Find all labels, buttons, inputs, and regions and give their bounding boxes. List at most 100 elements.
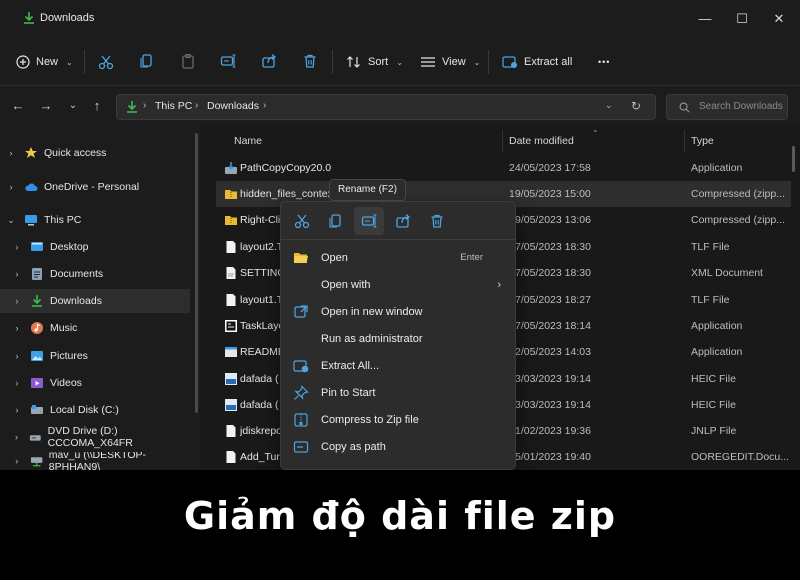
context-copy-button[interactable]	[321, 207, 351, 235]
maximize-icon[interactable]: ☐	[725, 6, 759, 32]
expand-chevron-icon[interactable]: ›	[12, 242, 22, 252]
paste-icon[interactable]	[180, 53, 196, 69]
file-row[interactable]: PathCopyCopy20.0 24/05/2023 17:58 Applic…	[216, 155, 791, 181]
sidebar-item-documents[interactable]: › Documents	[0, 262, 190, 286]
sidebar-item-label: Quick access	[44, 147, 107, 159]
expand-chevron-icon[interactable]: ›	[12, 456, 22, 466]
expand-chevron-icon[interactable]: ›	[12, 323, 22, 333]
share-icon[interactable]	[261, 53, 277, 69]
delete-icon[interactable]	[302, 53, 318, 69]
file-list-scrollbar[interactable]	[792, 146, 795, 172]
extract-all-button[interactable]: Extract all	[502, 51, 572, 73]
breadcrumb-downloads[interactable]: Downloads	[207, 100, 259, 112]
context-item-pin-to-start[interactable]: Pin to Start	[285, 379, 513, 406]
column-divider[interactable]	[502, 130, 503, 152]
caption-banner: Giảm độ dài file zip	[0, 470, 800, 580]
sidebar-item-dvd-drive[interactable]: › DVD Drive (D:) CCCOMA_X64FR	[0, 425, 190, 449]
address-bar[interactable]: › This PC › Downloads › ⌄ ↻	[116, 94, 656, 120]
breadcrumb-this-pc[interactable]: This PC	[155, 100, 192, 112]
context-cut-button[interactable]	[287, 207, 317, 235]
heic-image-icon	[225, 399, 237, 411]
sidebar-item-label: Downloads	[50, 295, 102, 307]
sidebar-item-music[interactable]: › Music	[0, 316, 190, 340]
refresh-icon[interactable]: ↻	[631, 99, 641, 113]
expand-chevron-icon[interactable]: ›	[12, 296, 22, 306]
context-item-open[interactable]: Open Enter	[285, 244, 513, 271]
collapse-chevron-icon[interactable]: ⌄	[6, 215, 16, 226]
address-dropdown-icon[interactable]: ⌄	[605, 100, 613, 111]
rename-icon	[361, 214, 377, 228]
context-rename-button[interactable]	[354, 207, 384, 235]
file-name: SETTINGS	[240, 267, 280, 279]
up-arrow-icon[interactable]: ↑	[87, 96, 107, 116]
context-item-label: Pin to Start	[321, 386, 376, 399]
minimize-icon[interactable]: —	[688, 6, 722, 32]
sidebar-item-label: Documents	[50, 268, 104, 280]
sidebar-item-label: Local Disk (C:)	[50, 404, 119, 416]
new-window-icon	[294, 304, 308, 318]
context-item-extract-all[interactable]: Extract All...	[285, 352, 513, 379]
sidebar-item-network-drive[interactable]: › mav_u (\\DESKTOP-8PHHAN9\	[0, 452, 190, 470]
file-type: HEIC File	[691, 399, 736, 411]
copy-path-icon	[293, 440, 309, 453]
close-icon[interactable]: ✕	[762, 6, 796, 32]
context-delete-button[interactable]	[422, 207, 452, 235]
context-item-copy-as-path[interactable]: Copy as path	[285, 433, 513, 460]
more-options-button[interactable]: •••	[598, 51, 610, 73]
recent-locations-chevron-icon[interactable]: ⌄	[63, 96, 83, 116]
context-item-compress-zip[interactable]: Compress to Zip file	[285, 406, 513, 433]
sidebar-item-quick-access[interactable]: › Quick access	[0, 141, 190, 165]
column-header-name[interactable]: Name	[234, 135, 262, 147]
zip-folder-icon	[225, 216, 237, 225]
expand-chevron-icon[interactable]: ›	[12, 405, 22, 415]
sidebar-item-desktop[interactable]: › Desktop	[0, 235, 190, 259]
expand-chevron-icon[interactable]: ›	[12, 351, 22, 361]
column-header-type[interactable]: Type	[691, 135, 714, 147]
column-header-date[interactable]: Date modified	[509, 135, 574, 147]
sidebar-item-local-disk[interactable]: › Local Disk (C:)	[0, 398, 190, 422]
context-item-open-new-window[interactable]: Open in new window	[285, 298, 513, 325]
expand-chevron-icon[interactable]: ›	[6, 148, 16, 158]
expand-chevron-icon[interactable]: ›	[6, 182, 16, 192]
expand-chevron-icon[interactable]: ›	[12, 269, 22, 279]
file-name: jdiskrepo	[240, 425, 280, 437]
new-button[interactable]: New ⌄	[16, 51, 73, 73]
file-date: 7/05/2023 18:27	[515, 294, 591, 306]
file-date: 9/05/2023 13:06	[515, 214, 591, 226]
context-item-run-as-admin[interactable]: Run as administrator	[285, 325, 513, 352]
copy-icon[interactable]	[139, 53, 155, 69]
search-placeholder: Search Downloads	[699, 101, 783, 112]
context-share-button[interactable]	[388, 207, 418, 235]
sidebar-item-downloads[interactable]: › Downloads	[0, 289, 190, 313]
column-divider[interactable]	[684, 130, 685, 152]
sidebar-item-onedrive[interactable]: › OneDrive - Personal	[0, 175, 190, 199]
search-icon	[679, 102, 690, 113]
file-type: OOREGEDIT.Docu...	[691, 451, 790, 463]
expand-chevron-icon[interactable]: ›	[12, 432, 21, 442]
blank-icon	[293, 331, 309, 347]
context-item-label: Run as administrator	[321, 332, 423, 345]
file-date: 3/03/2023 19:14	[515, 373, 591, 385]
back-arrow-icon[interactable]: ←	[8, 96, 28, 116]
download-location-icon	[127, 101, 137, 113]
file-date: 24/05/2023 17:58	[509, 162, 591, 174]
expand-chevron-icon[interactable]: ›	[12, 378, 22, 388]
sidebar-scrollbar[interactable]	[195, 133, 198, 413]
file-type: TLF File	[691, 294, 730, 306]
sidebar-item-videos[interactable]: › Videos	[0, 371, 190, 395]
sidebar-item-pictures[interactable]: › Pictures	[0, 344, 190, 368]
file-name: layout1.T	[240, 294, 280, 306]
sort-button[interactable]: Sort ⌄	[346, 51, 403, 73]
search-box[interactable]: Search Downloads	[666, 94, 788, 120]
divider	[84, 50, 85, 74]
context-item-open-with[interactable]: Open with ›	[285, 271, 513, 298]
sidebar-item-this-pc[interactable]: ⌄ This PC	[0, 208, 190, 232]
file-date: 2/05/2023 14:03	[515, 346, 591, 358]
file-name: TaskLayo	[240, 320, 280, 332]
forward-arrow-icon[interactable]: →	[36, 96, 56, 116]
view-button[interactable]: View ⌄	[420, 51, 480, 73]
cut-icon[interactable]	[98, 54, 114, 70]
rename-icon[interactable]	[220, 53, 236, 69]
app-icon	[225, 320, 237, 332]
sidebar-item-label: DVD Drive (D:) CCCOMA_X64FR	[47, 425, 133, 449]
